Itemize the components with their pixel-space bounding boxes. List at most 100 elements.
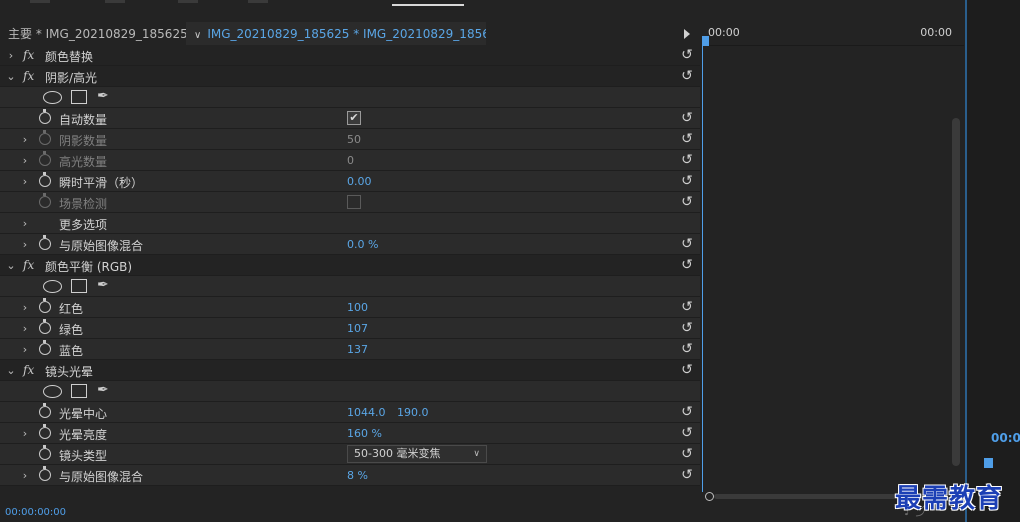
collapse-chevron-icon[interactable]: ⌄ bbox=[6, 70, 16, 83]
collapse-chevron-icon[interactable]: ⌄ bbox=[6, 364, 16, 377]
reset-icon[interactable]: ↺ bbox=[679, 257, 695, 273]
stopwatch-icon[interactable] bbox=[39, 235, 51, 250]
property-value[interactable]: 160 % bbox=[347, 427, 382, 440]
property-row-more-options[interactable]: › 更多选项 bbox=[0, 213, 700, 234]
property-label: 光晕中心 bbox=[59, 407, 108, 421]
expand-chevron-icon[interactable]: › bbox=[6, 49, 16, 62]
stopwatch-icon bbox=[39, 193, 51, 208]
property-row-blend-original-1: › 与原始图像混合 0.0 % ↺ bbox=[0, 234, 700, 255]
expand-chevron-icon[interactable]: › bbox=[20, 133, 30, 146]
property-value[interactable]: 107 bbox=[347, 322, 368, 335]
effect-label: 镜头光晕 bbox=[45, 365, 94, 379]
collapse-chevron-icon[interactable]: ⌄ bbox=[6, 259, 16, 272]
flare-center-x[interactable]: 1044.0 bbox=[347, 406, 386, 419]
reset-icon[interactable]: ↺ bbox=[679, 446, 695, 462]
rectangle-mask-icon[interactable] bbox=[71, 384, 87, 398]
fx-icon[interactable]: fx bbox=[23, 48, 34, 62]
reset-icon[interactable]: ↺ bbox=[679, 152, 695, 168]
reset-icon[interactable]: ↺ bbox=[679, 299, 695, 315]
stopwatch-icon[interactable] bbox=[39, 466, 51, 481]
mask-tools-row: ✒ bbox=[0, 276, 700, 297]
property-label: 绿色 bbox=[59, 323, 84, 337]
effect-row-color-balance-rgb[interactable]: ⌄ fx 颜色平衡 (RGB) ↺ bbox=[0, 255, 700, 276]
stopwatch-icon[interactable] bbox=[39, 109, 51, 124]
ellipse-mask-icon[interactable] bbox=[43, 91, 62, 104]
fx-icon[interactable]: fx bbox=[23, 363, 34, 377]
reset-icon[interactable]: ↺ bbox=[679, 425, 695, 441]
reset-icon[interactable]: ↺ bbox=[679, 362, 695, 378]
lens-type-value: 50-300 毫米变焦 bbox=[354, 447, 441, 460]
reset-icon[interactable]: ↺ bbox=[679, 47, 695, 63]
expand-chevron-icon[interactable]: › bbox=[20, 343, 30, 356]
stopwatch-icon[interactable] bbox=[39, 298, 51, 313]
expand-chevron-icon[interactable]: › bbox=[20, 154, 30, 167]
property-value[interactable]: 0.0 % bbox=[347, 238, 378, 251]
ellipse-mask-icon[interactable] bbox=[43, 280, 62, 293]
fx-icon[interactable]: fx bbox=[23, 258, 34, 272]
effect-timeline[interactable]: 00:00 00:00 bbox=[702, 22, 964, 500]
stopwatch-icon[interactable] bbox=[39, 403, 51, 418]
ellipse-mask-icon[interactable] bbox=[43, 385, 62, 398]
property-value[interactable]: 137 bbox=[347, 343, 368, 356]
current-timecode[interactable]: 00:00:00:00 bbox=[5, 507, 66, 518]
property-value[interactable]: 100 bbox=[347, 301, 368, 314]
pen-mask-icon[interactable]: ✒ bbox=[97, 382, 109, 398]
reset-icon[interactable]: ↺ bbox=[679, 173, 695, 189]
program-timecode[interactable]: 00:00 bbox=[991, 431, 1020, 445]
tab-sequence-clip[interactable]: ∨ IMG_20210829_185625 * IMG_20210829_1856… bbox=[186, 22, 486, 46]
playhead-handle[interactable] bbox=[702, 36, 709, 46]
auto-amount-checkbox[interactable]: ✔ bbox=[347, 111, 361, 125]
reset-icon[interactable]: ↺ bbox=[679, 68, 695, 84]
pen-mask-icon[interactable]: ✒ bbox=[97, 88, 109, 104]
reset-icon[interactable]: ↺ bbox=[679, 194, 695, 210]
play-arrow-icon[interactable] bbox=[684, 29, 690, 39]
scene-detect-checkbox[interactable] bbox=[347, 195, 361, 209]
property-label: 更多选项 bbox=[59, 218, 108, 232]
expand-chevron-icon[interactable]: › bbox=[20, 427, 30, 440]
top-tab-strip bbox=[0, 0, 1020, 8]
expand-chevron-icon[interactable]: › bbox=[20, 238, 30, 251]
property-value[interactable]: 0.00 bbox=[347, 175, 372, 188]
effect-row-shadow-highlight[interactable]: ⌄ fx 阴影/高光 ↺ bbox=[0, 66, 700, 87]
property-row-highlight-amount: › 高光数量 0 ↺ bbox=[0, 150, 700, 171]
reset-icon[interactable]: ↺ bbox=[679, 320, 695, 336]
program-playhead-marker[interactable] bbox=[984, 458, 993, 468]
property-row-shadow-amount: › 阴影数量 50 ↺ bbox=[0, 129, 700, 150]
expand-chevron-icon[interactable]: › bbox=[20, 322, 30, 335]
tab-master-clip[interactable]: 主要 * IMG_20210829_185625.jpg bbox=[0, 22, 186, 46]
expand-chevron-icon[interactable]: › bbox=[20, 217, 30, 230]
zoom-track[interactable] bbox=[714, 494, 924, 499]
expand-chevron-icon[interactable]: › bbox=[20, 175, 30, 188]
time-ruler[interactable]: 00:00 00:00 bbox=[702, 22, 964, 46]
stopwatch-icon[interactable] bbox=[39, 340, 51, 355]
property-label: 光晕亮度 bbox=[59, 428, 108, 442]
rectangle-mask-icon[interactable] bbox=[71, 90, 87, 104]
zoom-handle[interactable] bbox=[705, 492, 714, 501]
effect-row-color-replace[interactable]: › fx 颜色替换 ↺ bbox=[0, 45, 700, 66]
stopwatch-icon[interactable] bbox=[39, 424, 51, 439]
ruler-start-time: 00:00 bbox=[708, 26, 740, 39]
expand-chevron-icon[interactable]: › bbox=[20, 469, 30, 482]
stopwatch-icon[interactable] bbox=[39, 445, 51, 460]
vertical-scrollbar[interactable] bbox=[952, 118, 960, 466]
stopwatch-icon[interactable] bbox=[39, 319, 51, 334]
reset-icon[interactable]: ↺ bbox=[679, 131, 695, 147]
expand-chevron-icon[interactable]: › bbox=[20, 301, 30, 314]
fx-icon[interactable]: fx bbox=[23, 69, 34, 83]
lens-type-select[interactable]: 50-300 毫米变焦 ∨ bbox=[347, 445, 487, 463]
reset-icon[interactable]: ↺ bbox=[679, 110, 695, 126]
effect-row-lens-flare[interactable]: ⌄ fx 镜头光晕 ↺ bbox=[0, 360, 700, 381]
reset-icon[interactable]: ↺ bbox=[679, 404, 695, 420]
reset-icon[interactable]: ↺ bbox=[679, 341, 695, 357]
stopwatch-icon[interactable] bbox=[39, 172, 51, 187]
pen-mask-icon[interactable]: ✒ bbox=[97, 277, 109, 293]
watermark-logo: 最需教育 bbox=[895, 484, 1004, 514]
chevron-down-icon[interactable]: ∨ bbox=[194, 30, 201, 41]
reset-icon[interactable]: ↺ bbox=[679, 467, 695, 483]
flare-center-y[interactable]: 190.0 bbox=[397, 406, 429, 419]
reset-icon[interactable]: ↺ bbox=[679, 236, 695, 252]
property-label: 镜头类型 bbox=[59, 449, 108, 463]
rectangle-mask-icon[interactable] bbox=[71, 279, 87, 293]
top-tab-mark bbox=[105, 0, 125, 3]
property-value[interactable]: 8 % bbox=[347, 469, 368, 482]
